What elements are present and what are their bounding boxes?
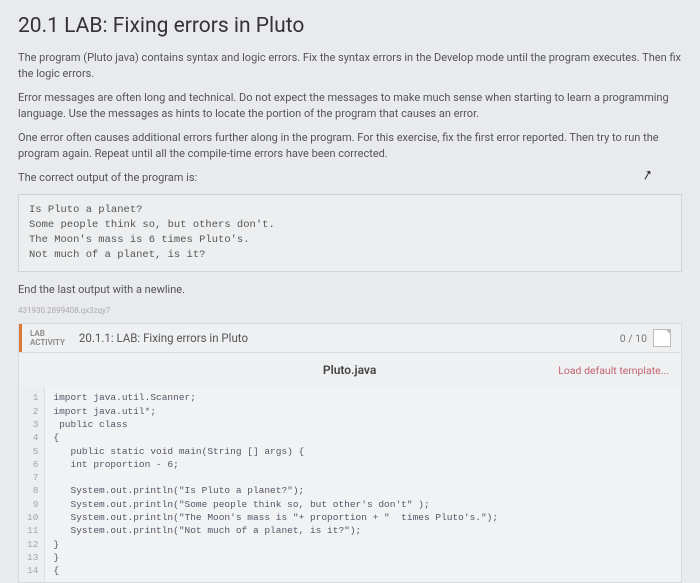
tiny-id: 431930.2899408.qx3zqy7 bbox=[18, 306, 682, 315]
lab-tag: LAB ACTIVITY bbox=[19, 324, 73, 352]
line-number: 14 bbox=[27, 564, 38, 577]
page-title: 20.1 LAB: Fixing errors in Pluto bbox=[18, 14, 682, 38]
line-number: 5 bbox=[27, 445, 38, 458]
line-number: 8 bbox=[27, 484, 38, 497]
lab-header: LAB ACTIVITY 20.1.1: LAB: Fixing errors … bbox=[19, 324, 681, 353]
intro-paragraph-4: The correct output of the program is: bbox=[18, 170, 682, 186]
load-default-template-link[interactable]: Load default template... bbox=[558, 364, 669, 377]
line-number-gutter: 1234567891011121314 bbox=[19, 387, 45, 581]
lab-tag-line1: LAB bbox=[30, 329, 65, 338]
intro-paragraph-2: Error messages are often long and techni… bbox=[18, 90, 682, 122]
line-number: 12 bbox=[27, 538, 38, 551]
line-number: 3 bbox=[27, 418, 38, 431]
lab-score-text: 0 / 10 bbox=[620, 332, 647, 345]
line-number: 10 bbox=[27, 511, 38, 524]
filename-label: Pluto.java bbox=[141, 363, 558, 377]
lab-score: 0 / 10 bbox=[620, 324, 681, 352]
line-number: 9 bbox=[27, 498, 38, 511]
expected-output-box: Is Pluto a planet? Some people think so,… bbox=[18, 194, 682, 273]
score-box-icon[interactable] bbox=[653, 329, 671, 347]
lab-title: 20.1.1: LAB: Fixing errors in Pluto bbox=[73, 324, 620, 352]
lab-tag-line2: ACTIVITY bbox=[30, 338, 65, 347]
after-output-note: End the last output with a newline. bbox=[18, 282, 682, 298]
lab-activity-box: LAB ACTIVITY 20.1.1: LAB: Fixing errors … bbox=[18, 323, 682, 582]
line-number: 11 bbox=[27, 524, 38, 537]
line-number: 1 bbox=[27, 391, 38, 404]
code-editor[interactable]: 1234567891011121314 import java.util.Sca… bbox=[19, 387, 681, 581]
line-number: 13 bbox=[27, 551, 38, 564]
line-number: 6 bbox=[27, 458, 38, 471]
intro-paragraph-3: One error often causes additional errors… bbox=[18, 130, 682, 162]
line-number: 2 bbox=[27, 405, 38, 418]
intro-paragraph-1: The program (Pluto java) contains syntax… bbox=[18, 50, 682, 82]
file-bar: Pluto.java Load default template... bbox=[19, 353, 681, 387]
code-text[interactable]: import java.util.Scanner; import java.ut… bbox=[45, 387, 506, 581]
line-number: 7 bbox=[27, 471, 38, 484]
line-number: 4 bbox=[27, 431, 38, 444]
